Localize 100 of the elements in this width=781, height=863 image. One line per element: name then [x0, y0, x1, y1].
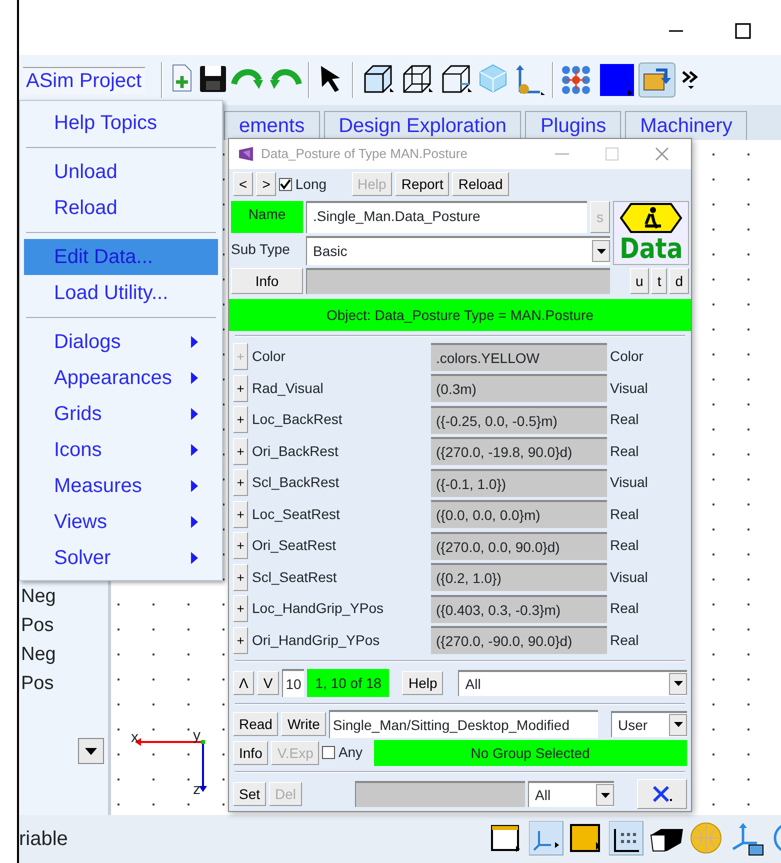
page-size-field[interactable]: 10: [282, 668, 304, 696]
filter-select[interactable]: All: [528, 781, 614, 807]
axis-label: x: [131, 730, 138, 746]
parameter-name: Ori_BackRest: [252, 442, 340, 461]
info-button[interactable]: Info: [233, 740, 268, 764]
list-item[interactable]: Pos: [19, 669, 108, 698]
parameter-type: Real: [610, 599, 640, 618]
submenu-arrow-icon: [191, 336, 198, 348]
help-button[interactable]: Help: [402, 670, 444, 694]
app-logo-icon: [237, 146, 255, 162]
menu-item[interactable]: Help Topics: [24, 105, 218, 141]
parameter-name: Loc_BackRest: [252, 410, 344, 430]
up-button[interactable]: Λ: [233, 670, 254, 694]
expand-button[interactable]: +: [233, 438, 248, 465]
expand-button[interactable]: +: [233, 626, 248, 654]
info-button[interactable]: Info: [231, 268, 303, 294]
name-label: Name: [231, 201, 303, 232]
path-field[interactable]: Single_Man/Sitting_Desktop_Modified: [328, 710, 598, 738]
parameter-value[interactable]: ({0.0, 0.0, 0.0}m): [431, 500, 607, 528]
expand-button[interactable]: +: [233, 595, 248, 622]
close-button[interactable]: [637, 779, 687, 809]
color-swatch-icon[interactable]: [598, 62, 635, 98]
toolbar-button[interactable]: Reload: [452, 172, 509, 196]
menu-item[interactable]: Views: [24, 504, 218, 540]
axes-icon[interactable]: [529, 821, 565, 857]
tab[interactable]: ements: [224, 111, 320, 140]
expand-button[interactable]: +: [233, 500, 248, 528]
tab[interactable]: Machinery: [625, 111, 748, 140]
checkbox-label: Any: [338, 743, 363, 762]
list-item[interactable]: Pos: [19, 611, 108, 640]
parameter-type: Visual: [610, 378, 649, 398]
expand-button[interactable]: +: [233, 532, 248, 560]
field-label: Sub Type: [231, 240, 291, 259]
submenu-arrow-icon: [191, 516, 198, 528]
checkbox[interactable]: [322, 746, 336, 759]
parameter-value[interactable]: ({270.0, -90.0, 90.0}d): [431, 626, 607, 654]
dialog-title: Data_Posture of Type MAN.Posture: [261, 145, 468, 164]
list-item[interactable]: Neg: [19, 640, 108, 669]
range-text: 1, 10 of 18: [307, 668, 390, 696]
expand-button[interactable]: +: [233, 374, 248, 402]
submenu-arrow-icon: [191, 408, 198, 420]
caret-icon: [674, 681, 682, 686]
set-button[interactable]: Set: [233, 782, 266, 806]
down-button[interactable]: V: [257, 670, 279, 694]
project-field[interactable]: ASim Project: [23, 66, 145, 94]
filter-select[interactable]: All: [458, 670, 687, 696]
flag-button[interactable]: d: [669, 268, 689, 294]
dropdown-button[interactable]: [78, 738, 104, 764]
parameter-type: Real: [610, 630, 640, 650]
grid-icon[interactable]: [609, 821, 645, 857]
parameter-type: Visual: [610, 568, 649, 587]
checkbox-label: Long: [295, 174, 327, 194]
submenu-arrow-icon: [191, 444, 198, 456]
axis-label: z: [193, 782, 200, 798]
flag-button[interactable]: u: [630, 268, 650, 294]
parameter-type: Real: [610, 410, 640, 430]
parameter-value[interactable]: ({-0.25, 0.0, -0.5}m): [431, 406, 607, 434]
checkbox[interactable]: [279, 178, 292, 190]
value-field[interactable]: [355, 781, 526, 807]
menu-item[interactable]: Solver: [24, 540, 218, 576]
toolbar-button[interactable]: Report: [395, 172, 450, 196]
parameter-value[interactable]: ({270.0, 0.0, 90.0}d): [431, 532, 607, 560]
parameter-value[interactable]: ({270.0, -19.8, 90.0}d): [431, 437, 607, 466]
read-button[interactable]: Read: [233, 712, 278, 736]
menu-item[interactable]: Reload: [24, 190, 218, 226]
menu-item[interactable]: Measures: [24, 468, 218, 504]
submenu-arrow-icon: [191, 372, 198, 384]
menu-item[interactable]: Icons: [24, 432, 218, 468]
parameter-value[interactable]: ({0.403, 0.3, -0.3}m): [431, 594, 607, 623]
flag-button[interactable]: t: [651, 268, 668, 294]
toolbar-button[interactable]: >: [256, 172, 276, 196]
parameter-type: Color: [610, 347, 644, 366]
parameter-type: Real: [610, 536, 640, 556]
status-text: riable: [19, 827, 68, 852]
info-field[interactable]: [306, 268, 610, 294]
maximize-icon[interactable]: [735, 22, 751, 38]
list-item[interactable]: Neg: [19, 582, 108, 611]
toolbar-button[interactable]: <: [233, 172, 254, 196]
expand-button[interactable]: +: [233, 469, 248, 496]
menu-item[interactable]: Load Utility...: [24, 275, 218, 311]
parameter-value[interactable]: (0.3m): [431, 374, 607, 402]
object-banner: Object: Data_Posture Type = MAN.Posture: [229, 299, 691, 331]
tab[interactable]: Plugins: [525, 111, 622, 140]
close-icon[interactable]: [655, 147, 669, 161]
menu-item[interactable]: Unload: [24, 154, 218, 190]
close-icon: [651, 785, 673, 803]
menu-item[interactable]: Dialogs: [24, 324, 218, 360]
parameter-name: Scl_SeatRest: [252, 568, 338, 587]
sub-type-select[interactable]: Basic: [306, 236, 610, 265]
tab[interactable]: Design Exploration: [324, 111, 522, 140]
write-button[interactable]: Write: [281, 712, 326, 736]
name-field[interactable]: .Single_Man.Data_Posture: [306, 201, 587, 232]
expand-button[interactable]: +: [233, 564, 248, 591]
expand-button[interactable]: +: [233, 406, 248, 434]
data-logo: Data: [613, 201, 689, 265]
scope-select[interactable]: User: [611, 710, 687, 736]
parameter-value[interactable]: ({-0.1, 1.0}): [431, 468, 607, 497]
menu-item[interactable]: Appearances: [24, 360, 218, 396]
menu-item[interactable]: Grids: [24, 396, 218, 432]
parameter-value[interactable]: ({0.2, 1.0}): [431, 563, 607, 592]
